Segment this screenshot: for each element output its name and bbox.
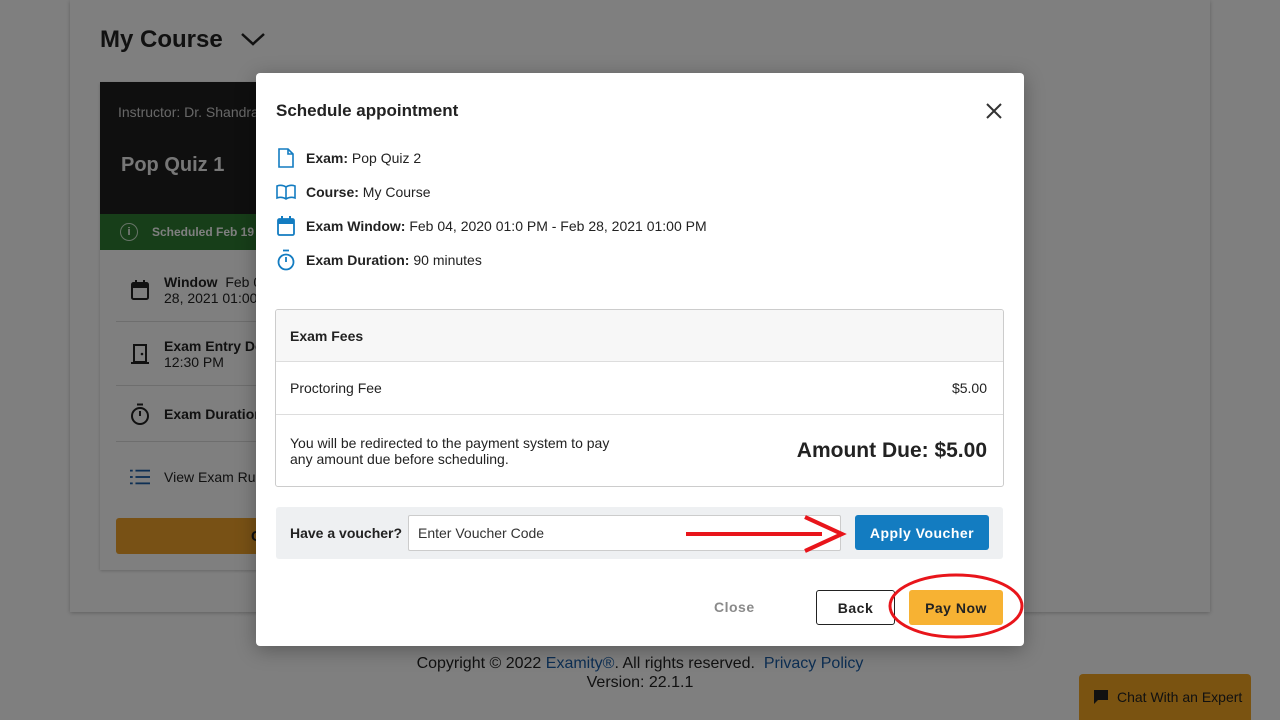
fees-header: Exam Fees: [276, 310, 1003, 362]
exam-info-row: Exam: Pop Quiz 2: [276, 147, 421, 169]
redirect-notice: You will be redirected to the payment sy…: [290, 435, 610, 467]
close-icon[interactable]: [984, 101, 1004, 121]
voucher-label: Have a voucher?: [290, 525, 403, 541]
pay-now-button[interactable]: Pay Now: [909, 590, 1003, 625]
course-label: Course:: [306, 184, 359, 200]
apply-voucher-button[interactable]: Apply Voucher: [855, 515, 989, 550]
duration-label: Exam Duration:: [306, 252, 410, 268]
book-icon: [276, 181, 296, 203]
window-value: Feb 04, 2020 01:0 PM - Feb 28, 2021 01:0…: [409, 218, 707, 234]
fees-footer: You will be redirected to the payment sy…: [276, 415, 1003, 486]
document-icon: [276, 147, 296, 169]
course-value: My Course: [362, 184, 431, 200]
stopwatch-icon: [276, 249, 296, 271]
voucher-code-input[interactable]: [408, 515, 841, 551]
window-info-row: Exam Window: Feb 04, 2020 01:0 PM - Feb …: [276, 215, 707, 237]
fee-row: Proctoring Fee $5.00: [276, 362, 1003, 415]
amount-due: Amount Due: $5.00: [796, 439, 987, 462]
exam-value: Pop Quiz 2: [351, 150, 422, 166]
window-label: Exam Window:: [306, 218, 406, 234]
course-info-row: Course: My Course: [276, 181, 430, 203]
close-button[interactable]: Close: [714, 599, 755, 615]
voucher-section: Have a voucher? Apply Voucher: [276, 507, 1003, 559]
back-button[interactable]: Back: [816, 590, 895, 625]
duration-info-row: Exam Duration: 90 minutes: [276, 249, 482, 271]
fee-amount: $5.00: [951, 380, 987, 396]
fee-name: Proctoring Fee: [290, 380, 382, 396]
calendar-icon: [276, 215, 296, 237]
schedule-modal: Schedule appointment Exam: Pop Quiz 2 Co…: [256, 73, 1024, 646]
exam-label: Exam:: [306, 150, 349, 166]
exam-fees-table: Exam Fees Proctoring Fee $5.00 You will …: [275, 309, 1004, 487]
duration-value: 90 minutes: [413, 252, 482, 268]
modal-title: Schedule appointment: [276, 101, 459, 120]
